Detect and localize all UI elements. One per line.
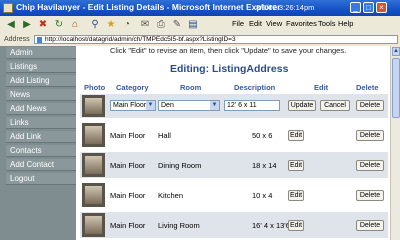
- sidebar-item-contacts[interactable]: Contacts: [6, 145, 76, 157]
- category-cell: Main Floor: [110, 191, 146, 200]
- table-row: Main Floor Dining Room 18 x 14 Edit Dele…: [80, 152, 388, 178]
- sidebar-item-add-listing[interactable]: Add Listing: [6, 75, 76, 87]
- delete-button[interactable]: Delete: [356, 220, 384, 231]
- category-select-value: Main Floor: [113, 102, 147, 109]
- menu-view[interactable]: View: [266, 19, 282, 28]
- stop-icon[interactable]: ✖: [36, 18, 50, 32]
- back-arrow-icon[interactable]: ◀: [4, 18, 18, 32]
- page-title: Editing: ListingAddress: [170, 63, 289, 75]
- edit-button[interactable]: Edit: [288, 190, 304, 201]
- page-icon: [37, 37, 42, 43]
- chevron-down-icon: ▼: [146, 101, 155, 110]
- sidebar-item-add-link[interactable]: Add Link: [6, 131, 76, 143]
- col-header-delete: Delete: [356, 83, 379, 92]
- col-header-description: Description: [234, 83, 276, 92]
- cancel-button[interactable]: Cancel: [320, 100, 350, 111]
- room-photo: [82, 95, 105, 117]
- category-cell: Main Floor: [110, 221, 146, 230]
- edit-button[interactable]: Edit: [288, 220, 304, 231]
- menu-edit[interactable]: Edit: [249, 19, 262, 28]
- address-label: Address: [4, 36, 30, 43]
- edit-button[interactable]: Edit: [288, 160, 304, 171]
- address-url: http://localhost/datagrid/admin/ch/TMPEd…: [45, 36, 236, 43]
- description-cell: 10 x 4: [252, 191, 273, 200]
- menu-favorites[interactable]: Favorites: [286, 19, 317, 28]
- delete-button[interactable]: Delete: [356, 130, 384, 141]
- mail-icon[interactable]: ✉: [138, 18, 152, 32]
- room-select-value: Den: [161, 102, 174, 109]
- window-title: Chip Havilanyer - Edit Listing Details -…: [16, 2, 281, 12]
- menu-help[interactable]: Help: [338, 19, 353, 28]
- admin-sidebar: Admin Listings Add Listing News Add News…: [0, 46, 76, 240]
- instruction-text: Click "Edit" to revise an item, then cli…: [110, 46, 347, 55]
- table-row: Main Floor Hall 50 x 6 Edit Delete: [80, 122, 388, 148]
- room-cell: Living Room: [158, 221, 200, 230]
- description-input[interactable]: 12' 6 x 11: [224, 100, 280, 111]
- sidebar-item-add-contact[interactable]: Add Contact: [6, 159, 76, 171]
- col-header-edit: Edit: [314, 83, 329, 92]
- room-photo: [82, 153, 105, 177]
- delete-button[interactable]: Delete: [356, 190, 384, 201]
- sidebar-item-listings[interactable]: Listings: [6, 61, 76, 73]
- room-photo: [82, 183, 105, 207]
- home-icon[interactable]: ⌂: [68, 18, 82, 32]
- chevron-down-icon: ▼: [210, 101, 219, 110]
- room-cell: Dining Room: [158, 161, 202, 170]
- minimize-button[interactable]: _: [350, 2, 361, 13]
- description-cell: 18 x 14: [252, 161, 277, 170]
- menu-file[interactable]: File: [232, 19, 244, 28]
- description-cell: 16' 4 x 13'6: [252, 221, 290, 230]
- discuss-icon[interactable]: ▤: [186, 18, 200, 32]
- category-cell: Main Floor: [110, 131, 146, 140]
- sidebar-item-add-news[interactable]: Add News: [6, 103, 76, 115]
- room-cell: Hall: [158, 131, 171, 140]
- sidebar-item-links[interactable]: Links: [6, 117, 76, 129]
- room-photo: [82, 213, 105, 237]
- title-bar[interactable]: Chip Havilanyer - Edit Listing Details -…: [0, 0, 400, 16]
- search-icon[interactable]: ⚲: [88, 18, 102, 32]
- table-row: Main Floor Living Room 16' 4 x 13'6 Edit…: [80, 212, 388, 238]
- category-select[interactable]: Main Floor ▼: [110, 100, 156, 111]
- sidebar-item-news[interactable]: News: [6, 89, 76, 101]
- refresh-icon[interactable]: ↻: [52, 18, 66, 32]
- room-photo: [82, 123, 105, 147]
- ie-app-icon: [3, 3, 13, 13]
- col-header-photo: Photo: [84, 83, 106, 92]
- maximize-button[interactable]: □: [363, 2, 374, 13]
- edit-button[interactable]: Edit: [288, 130, 304, 141]
- browser-toolbar: ◀ ▶ ✖ ↻ ⌂ ⚲ ★ ◔ ✉ ⎙ ✎ ▤ File Edit View F…: [0, 16, 400, 35]
- edit-icon[interactable]: ✎: [170, 18, 184, 32]
- delete-button[interactable]: Delete: [356, 100, 384, 111]
- category-cell: Main Floor: [110, 161, 146, 170]
- address-input[interactable]: http://localhost/datagrid/admin/ch/TMPEd…: [34, 35, 398, 44]
- room-select[interactable]: Den ▼: [158, 100, 220, 111]
- favorites-star-icon[interactable]: ★: [104, 18, 118, 32]
- room-cell: Kitchen: [158, 191, 184, 200]
- history-icon[interactable]: ◔: [120, 18, 134, 32]
- col-header-room: Room: [180, 83, 202, 92]
- menu-tools[interactable]: Tools: [318, 19, 336, 28]
- update-button[interactable]: Update: [288, 100, 316, 111]
- print-icon[interactable]: ⎙: [154, 18, 168, 32]
- clock-text: 8/6/02 3:26:14pm: [256, 3, 315, 12]
- sidebar-item-logout[interactable]: Logout: [6, 173, 76, 185]
- col-header-category: Category: [116, 83, 149, 92]
- close-button[interactable]: ×: [376, 2, 387, 13]
- browser-window: Chip Havilanyer - Edit Listing Details -…: [0, 0, 400, 240]
- scrollbar-thumb[interactable]: [392, 58, 400, 118]
- sidebar-item-admin[interactable]: Admin: [6, 47, 76, 59]
- forward-arrow-icon[interactable]: ▶: [20, 18, 34, 32]
- scroll-up-icon[interactable]: ▲: [392, 47, 400, 56]
- vertical-scrollbar[interactable]: ▲: [390, 46, 400, 240]
- delete-button[interactable]: Delete: [356, 160, 384, 171]
- table-row: Main Floor Kitchen 10 x 4 Edit Delete: [80, 182, 388, 208]
- table-row-editing: Main Floor ▼ Den ▼ 12' 6 x 11 Update Can…: [80, 94, 388, 118]
- page-content: Admin Listings Add Listing News Add News…: [0, 46, 400, 240]
- description-cell: 50 x 6: [252, 131, 273, 140]
